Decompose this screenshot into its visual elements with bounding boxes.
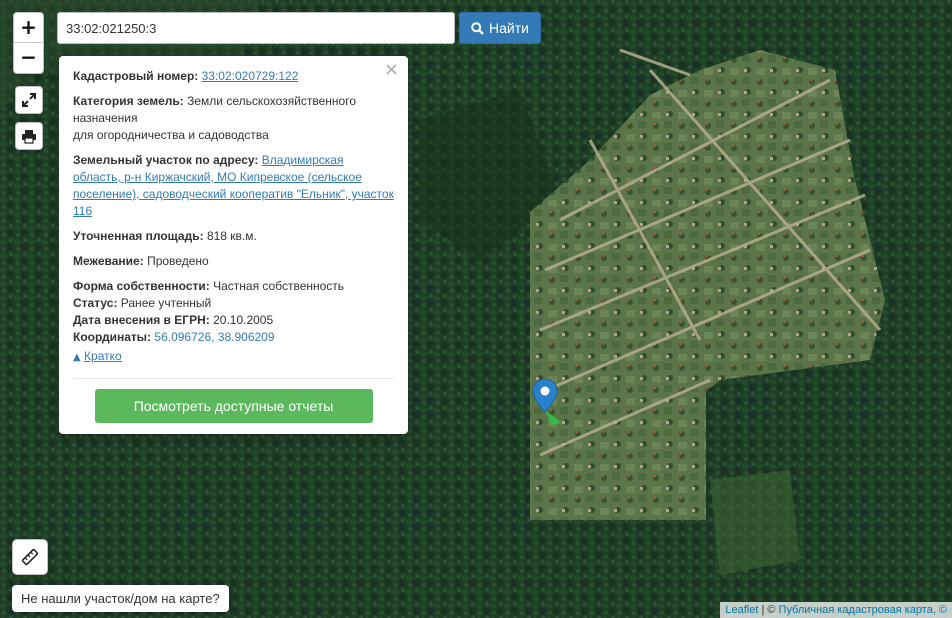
address-label: Земельный участок по адресу: <box>73 153 259 167</box>
map-attribution: Leaflet | © Публичная кадастровая карта,… <box>720 602 952 618</box>
search-input[interactable] <box>57 12 455 44</box>
cadastral-number-link[interactable]: 33:02:020729:122 <box>202 69 299 83</box>
fullscreen-button[interactable] <box>15 86 43 114</box>
printer-icon <box>22 129 36 144</box>
area-value: 818 кв.м. <box>206 229 257 243</box>
survey-value: Проведено <box>147 254 209 268</box>
view-reports-button[interactable]: Посмотреть доступные отчеты <box>94 389 373 423</box>
coords-label: Координаты: <box>73 330 152 344</box>
expand-icon <box>22 93 36 107</box>
ownership-label: Форма собственности: <box>73 279 210 293</box>
date-label: Дата внесения в ЕГРН: <box>73 313 210 327</box>
zoom-out-button[interactable]: − <box>14 43 43 72</box>
not-found-button[interactable]: Не нашли участок/дом на карте? <box>12 585 229 612</box>
print-button[interactable] <box>15 122 43 150</box>
category-sub: для огородничества и садоводства <box>73 128 269 142</box>
date-value: 20.10.2005 <box>213 313 274 327</box>
parcel-info-popup: × Кадастровый номер: 33:02:020729:122 Ка… <box>59 56 408 434</box>
cadastral-label: Кадастровый номер: <box>73 69 199 83</box>
map-pin-icon[interactable] <box>532 378 562 430</box>
measure-button[interactable] <box>12 539 48 575</box>
ownership-value: Частная собственность <box>213 279 345 293</box>
close-icon[interactable]: × <box>384 61 399 79</box>
triangle-up-icon: ▲ <box>73 352 81 363</box>
attribution-separator: | © <box>758 604 779 616</box>
status-value: Ранее учтенный <box>120 296 212 310</box>
category-label: Категория земель: <box>73 94 184 108</box>
zoom-control: + − <box>13 12 44 74</box>
leaflet-link[interactable]: Leaflet <box>725 604 758 616</box>
brief-toggle-link[interactable]: Кратко <box>84 348 122 365</box>
popup-divider <box>73 378 394 379</box>
find-button-label: Найти <box>489 20 529 36</box>
area-label: Уточненная площадь: <box>73 229 204 243</box>
cadastral-map-link[interactable]: Публичная кадастровая карта, © <box>779 604 947 616</box>
coords-value[interactable]: 56.096726, 38.906209 <box>154 330 274 344</box>
survey-label: Межевание: <box>73 254 144 268</box>
ruler-icon <box>21 548 39 566</box>
status-label: Статус: <box>73 296 118 310</box>
find-button[interactable]: Найти <box>459 12 541 44</box>
zoom-in-button[interactable]: + <box>14 13 43 43</box>
search-icon <box>471 21 484 35</box>
